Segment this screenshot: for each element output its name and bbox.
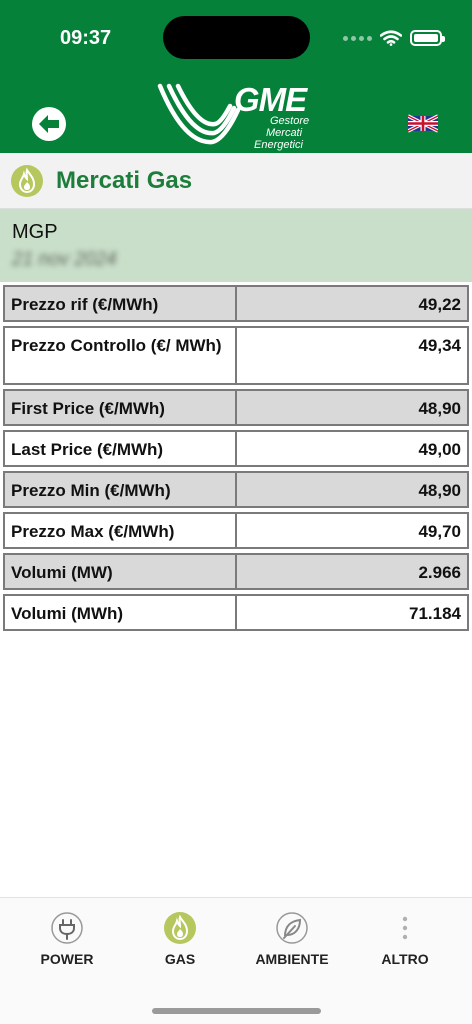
row-value: 48,90 — [236, 389, 469, 426]
app-header: 09:37 GME Gestore Mercati Energetici — [0, 0, 472, 153]
tab-power[interactable]: POWER — [8, 912, 126, 967]
logo-subtitle-line-2: Mercati — [266, 127, 303, 139]
bottom-tab-bar: POWER GAS AMBIENTE ALTRO — [0, 897, 472, 1024]
row-label: Prezzo Min (€/MWh) — [3, 471, 236, 508]
table-row: Prezzo Controllo (€/ MWh) 49,34 — [3, 326, 469, 385]
logo-title: GME — [234, 81, 307, 118]
row-value: 49,00 — [236, 430, 469, 467]
arrow-left-icon — [39, 115, 59, 133]
home-indicator[interactable] — [152, 1008, 321, 1014]
table-row: Prezzo Max (€/MWh) 49,70 — [3, 512, 469, 549]
table-row: First Price (€/MWh) 48,90 — [3, 389, 469, 426]
flame-icon — [18, 167, 36, 194]
row-label: Volumi (MW) — [3, 553, 236, 590]
cellular-signal-icon — [343, 35, 372, 41]
language-button[interactable] — [407, 112, 439, 134]
tab-label: AMBIENTE — [255, 951, 329, 967]
row-value: 49,22 — [236, 285, 469, 322]
table-row: Volumi (MWh) 71.184 — [3, 594, 469, 631]
plug-icon — [51, 912, 83, 944]
tab-ambiente[interactable]: AMBIENTE — [233, 912, 351, 967]
table-row: Prezzo Min (€/MWh) 48,90 — [3, 471, 469, 508]
market-date: 21 nov 2024 — [12, 249, 117, 270]
status-time: 09:37 — [60, 27, 112, 49]
tab-altro[interactable]: ALTRO — [346, 912, 464, 967]
gme-logo: GME Gestore Mercati Energetici — [156, 81, 316, 152]
section-title-bar: Mercati Gas — [0, 153, 472, 209]
row-value: 71.184 — [236, 594, 469, 631]
row-label: Prezzo rif (€/MWh) — [3, 285, 236, 322]
row-value: 48,90 — [236, 471, 469, 508]
leaf-icon — [276, 912, 308, 944]
market-name: MGP — [12, 221, 58, 243]
logo-subtitle-line-1: Gestore — [270, 115, 310, 127]
battery-icon — [410, 30, 445, 46]
row-value: 49,70 — [236, 512, 469, 549]
market-header: MGP 21 nov 2024 — [0, 209, 472, 282]
row-value: 49,34 — [236, 326, 469, 385]
table-row: Volumi (MW) 2.966 — [3, 553, 469, 590]
back-button[interactable] — [32, 107, 66, 141]
row-label: Last Price (€/MWh) — [3, 430, 236, 467]
uk-flag-icon — [407, 114, 439, 133]
tab-label: POWER — [40, 951, 94, 967]
status-indicators — [343, 30, 445, 46]
row-label: Prezzo Controllo (€/ MWh) — [3, 326, 236, 385]
table-row: Last Price (€/MWh) 49,00 — [3, 430, 469, 467]
tab-label: ALTRO — [381, 951, 429, 967]
row-label: First Price (€/MWh) — [3, 389, 236, 426]
market-data-table: Prezzo rif (€/MWh) 49,22 Prezzo Controll… — [3, 285, 469, 635]
dynamic-island — [163, 16, 310, 59]
row-value: 2.966 — [236, 553, 469, 590]
row-label: Prezzo Max (€/MWh) — [3, 512, 236, 549]
tab-gas[interactable]: GAS — [121, 912, 239, 967]
flame-icon — [164, 912, 196, 944]
more-icon — [402, 916, 408, 940]
logo-subtitle-line-3: Energetici — [254, 139, 303, 151]
tab-label: GAS — [164, 951, 196, 967]
wifi-icon — [380, 30, 402, 46]
table-row: Prezzo rif (€/MWh) 49,22 — [3, 285, 469, 322]
row-label: Volumi (MWh) — [3, 594, 236, 631]
section-title: Mercati Gas — [56, 167, 193, 194]
flame-badge — [11, 165, 43, 197]
